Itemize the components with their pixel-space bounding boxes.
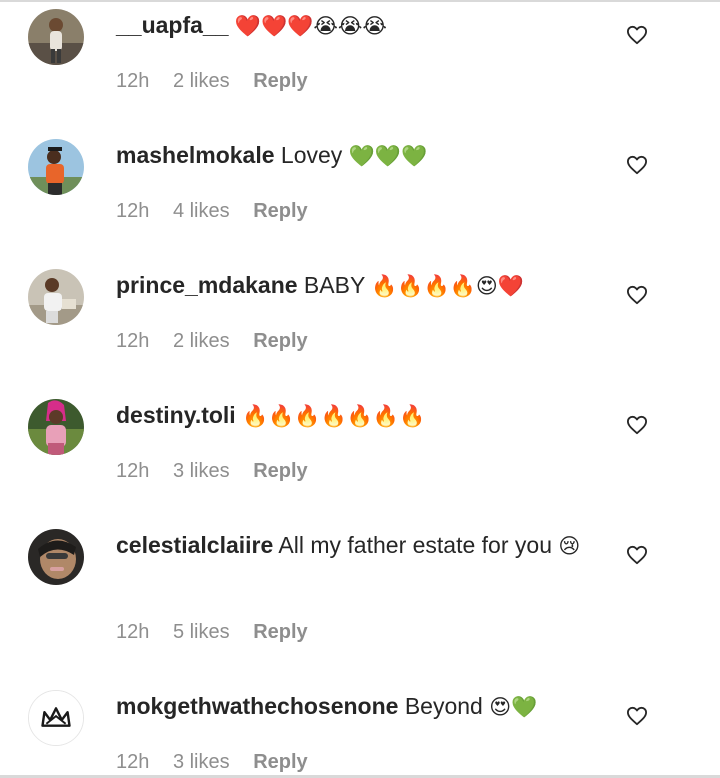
- avatar-photo-icon: [28, 269, 84, 325]
- comment-meta: 12h 4 likes Reply: [116, 200, 326, 223]
- comment-body: All my father estate for you: [278, 532, 552, 558]
- comment-text: mashelmokale Lovey 💚💚💚: [116, 140, 596, 172]
- avatar[interactable]: [28, 269, 84, 325]
- comment-likes[interactable]: 3 likes: [173, 460, 230, 482]
- comment-time: 12h: [116, 751, 150, 773]
- comment-username[interactable]: mashelmokale: [116, 142, 275, 168]
- heart-icon[interactable]: [626, 706, 648, 726]
- avatar-photo-icon: [28, 399, 84, 455]
- comment-emoji: 💚💚💚: [348, 145, 428, 168]
- comment-username[interactable]: destiny.toli: [116, 402, 236, 428]
- comment-text: mokgethwathechosenone Beyond 😍💚: [116, 691, 596, 723]
- heart-icon[interactable]: [626, 545, 648, 565]
- comment-likes[interactable]: 5 likes: [173, 621, 230, 643]
- comment-username[interactable]: prince_mdakane: [116, 272, 298, 298]
- reply-button[interactable]: Reply: [253, 200, 307, 222]
- comment-likes[interactable]: 2 likes: [173, 330, 230, 352]
- comment-meta: 12h 3 likes Reply: [116, 460, 326, 483]
- comment-time: 12h: [116, 330, 150, 352]
- comment-emoji: 😍💚: [489, 696, 538, 719]
- heart-icon[interactable]: [626, 285, 648, 305]
- avatar[interactable]: [28, 399, 84, 455]
- comment-body: Lovey: [280, 142, 343, 168]
- comment-username[interactable]: mokgethwathechosenone: [116, 693, 398, 719]
- comment-emoji: 🔥🔥🔥🔥😍❤️: [371, 275, 524, 298]
- avatar-photo-icon: [28, 529, 84, 585]
- comment-meta: 12h 5 likes Reply: [116, 621, 326, 644]
- reply-button[interactable]: Reply: [253, 330, 307, 352]
- heart-icon[interactable]: [626, 155, 648, 175]
- comment-username[interactable]: __uapfa__: [116, 12, 229, 38]
- comment-likes[interactable]: 2 likes: [173, 70, 230, 92]
- comment-likes[interactable]: 4 likes: [173, 200, 230, 222]
- avatar[interactable]: [28, 139, 84, 195]
- comment-meta: 12h 2 likes Reply: [116, 330, 326, 353]
- reply-button[interactable]: Reply: [253, 621, 307, 643]
- comment-time: 12h: [116, 460, 150, 482]
- reply-button[interactable]: Reply: [253, 751, 307, 773]
- comment-likes[interactable]: 3 likes: [173, 751, 230, 773]
- comment-text: destiny.toli 🔥🔥🔥🔥🔥🔥🔥: [116, 400, 596, 432]
- avatar-photo-icon: [28, 139, 84, 195]
- comment-time: 12h: [116, 200, 150, 222]
- comment-meta: 12h 2 likes Reply: [116, 70, 326, 93]
- avatar[interactable]: [28, 529, 84, 585]
- comment-emoji: ❤️❤️❤️😭😭😭: [234, 15, 387, 38]
- comment-emoji: 🔥🔥🔥🔥🔥🔥🔥: [242, 405, 426, 428]
- comment-time: 12h: [116, 621, 150, 643]
- avatar-photo-icon: [28, 9, 84, 65]
- avatar[interactable]: [28, 690, 84, 746]
- comment-text: __uapfa__ ❤️❤️❤️😭😭😭: [116, 10, 596, 42]
- heart-icon[interactable]: [626, 415, 648, 435]
- comment-time: 12h: [116, 70, 150, 92]
- top-divider: [0, 0, 720, 2]
- comment-text: prince_mdakane BABY 🔥🔥🔥🔥😍❤️: [116, 270, 596, 302]
- comment-body: BABY: [303, 272, 365, 298]
- comment-text: celestialclaiire All my father estate fo…: [116, 530, 596, 562]
- avatar[interactable]: [28, 9, 84, 65]
- reply-button[interactable]: Reply: [253, 460, 307, 482]
- comment-meta: 12h 3 likes Reply: [116, 751, 326, 774]
- crown-logo-icon: [29, 691, 83, 745]
- comment-emoji: 😢: [558, 535, 581, 558]
- heart-icon[interactable]: [626, 25, 648, 45]
- reply-button[interactable]: Reply: [253, 70, 307, 92]
- comment-body: Beyond: [404, 693, 483, 719]
- comment-username[interactable]: celestialclaiire: [116, 532, 273, 558]
